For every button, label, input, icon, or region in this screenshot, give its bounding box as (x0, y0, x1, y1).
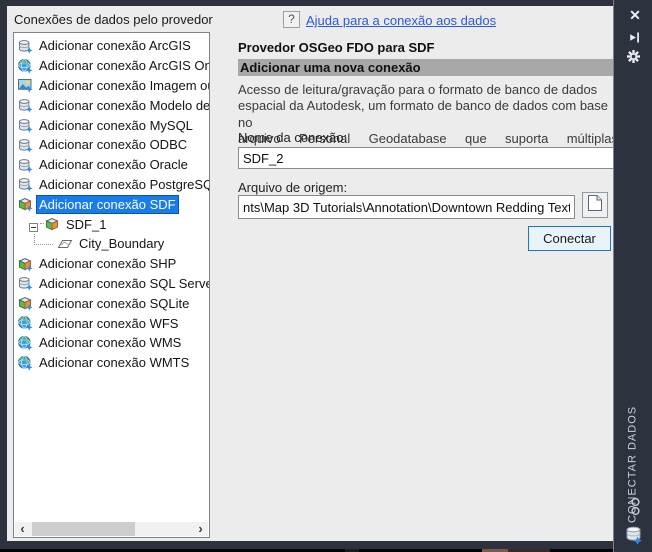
close-icon[interactable]: ✕ (627, 7, 643, 23)
tree-item-adicionar-conex-o-odbc[interactable]: Adicionar conexão ODBC (14, 135, 209, 155)
help-link[interactable]: Ajuda para a conexão aos dados (306, 13, 496, 28)
tree-item-adicionar-conex-o-wms[interactable]: Adicionar conexão WMS (14, 333, 209, 353)
scroll-right-icon[interactable]: › (193, 522, 208, 536)
tree-item-label: Adicionar conexão SQLite (39, 295, 190, 311)
database-add-icon (17, 176, 33, 193)
scroll-left-icon[interactable]: ‹ (15, 522, 30, 536)
tree-item-label: Adicionar conexão PostgreSQL (39, 176, 209, 192)
tree-item-label: City_Boundary (79, 236, 165, 252)
tree-item-label: SDF_1 (66, 216, 107, 232)
tree-item-label: Adicionar conexão SQL Server Spatial (39, 275, 209, 291)
description-line: espacial da Autodesk, um formato de banc… (238, 98, 609, 130)
tree-item-label: Adicionar conexão SHP (39, 256, 177, 272)
tree-item-adicionar-conex-o-wmts[interactable]: Adicionar conexão WMTS (14, 353, 209, 373)
tree-item-label: Adicionar conexão ArcGIS (39, 38, 191, 54)
tree-item-adicionar-conex-o-wfs[interactable]: Adicionar conexão WFS (14, 313, 209, 333)
tree-item-adicionar-conex-o-postgresql[interactable]: Adicionar conexão PostgreSQL (14, 175, 209, 195)
database-add-icon (17, 117, 33, 133)
polygon-icon (57, 236, 73, 252)
tree-item-adicionar-conex-o-mysql[interactable]: Adicionar conexão MySQL (14, 115, 209, 135)
tree-item-adicionar-conex-o-arcgis-online[interactable]: Adicionar conexão ArcGIS Online (14, 56, 209, 76)
tree-item-adicionar-conex-o-oracle[interactable]: Adicionar conexão Oracle (14, 155, 209, 175)
handle-circles-icon (629, 497, 642, 517)
provider-tree: Adicionar conexão ArcGIS Adicionar conexã… (14, 36, 209, 373)
tree-item-adicionar-conex-o-sqlite[interactable]: Adicionar conexão SQLite (14, 293, 209, 313)
tree-item-label: Adicionar conexão WFS (39, 315, 179, 331)
data-connect-icon (624, 524, 644, 545)
tree-item-adicionar-conex-o-arcgis[interactable]: Adicionar conexão ArcGIS (14, 36, 209, 56)
provider-list-box[interactable]: Adicionar conexão ArcGIS Adicionar conexã… (13, 32, 210, 538)
tree-item-label: Adicionar conexão Imagem ou superfície r… (39, 77, 209, 93)
tree-item-label: Adicionar conexão Oracle (39, 157, 188, 173)
palette-frame-top (0, 0, 652, 6)
source-file-input[interactable] (238, 195, 575, 219)
tree-item-adicionar-conex-o-sql-server-spatial[interactable]: Adicionar conexão SQL Server Spatial (14, 274, 209, 294)
cube-add-icon (17, 295, 33, 311)
raster-add-icon (17, 77, 33, 94)
source-file-label: Arquivo de origem: (238, 180, 348, 195)
tree-item-label: Adicionar conexão Modelo de indústria (39, 97, 209, 113)
globe-add-icon (17, 335, 33, 351)
cube-icon (44, 216, 60, 232)
tree-collapse-icon[interactable] (29, 220, 38, 232)
help-icon[interactable]: ? (283, 11, 300, 28)
connect-button[interactable]: Conectar (528, 226, 611, 251)
cube-add-icon (17, 256, 33, 272)
section-header: Adicionar uma nova conexão (238, 59, 614, 76)
connection-name-label: Nome da conexão: (238, 130, 348, 145)
globe-add-icon (17, 315, 33, 331)
horizontal-scrollbar[interactable]: ‹ › (15, 522, 208, 536)
tree-item-label: Adicionar conexão WMTS (39, 355, 190, 371)
tree-item-label: Adicionar conexão WMS (39, 335, 182, 351)
database-add-icon (17, 157, 33, 173)
tree-item-adicionar-conex-o-sdf[interactable]: Adicionar conexão SDF (14, 194, 209, 214)
properties-gear-icon[interactable] (626, 49, 641, 64)
database-add-icon (17, 137, 33, 153)
connection-name-input[interactable] (238, 147, 616, 169)
cube-add-icon (17, 196, 33, 212)
tree-item-label: Adicionar conexão MySQL (39, 117, 193, 133)
tree-item-city-boundary[interactable]: City_Boundary (14, 233, 209, 254)
database-add-icon (17, 275, 33, 292)
scrollbar-thumb[interactable] (32, 522, 135, 536)
tree-connector-line (34, 233, 53, 245)
tree-item-adicionar-conex-o-imagem-ou-superf-cie-raster[interactable]: Adicionar conexão Imagem ou superfície r… (14, 76, 209, 96)
scrollbar-track[interactable] (30, 522, 193, 536)
browse-file-button[interactable] (582, 192, 608, 218)
tree-item-label: Adicionar conexão ODBC (39, 137, 188, 153)
tree-item-adicionar-conex-o-modelo-de-ind-stria[interactable]: Adicionar conexão Modelo de indústria (14, 95, 209, 115)
database-add-icon (17, 97, 33, 113)
description-line: Acesso de leitura/gravação para o format… (238, 82, 598, 97)
database-add-icon (17, 38, 33, 54)
auto-hide-pin-icon[interactable] (628, 31, 641, 44)
globe-add-icon (17, 58, 33, 74)
globe-add-icon (17, 355, 33, 371)
tree-item-adicionar-conex-o-shp[interactable]: Adicionar conexão SHP (14, 254, 209, 274)
provider-list-header: Conexões de dados pelo provedor (14, 12, 213, 27)
tree-item-label: Adicionar conexão ArcGIS Online (39, 58, 209, 74)
file-page-icon (587, 194, 603, 217)
tree-item-label: Adicionar conexão SDF (37, 195, 178, 213)
palette-frame-left (0, 0, 7, 552)
tree-item-sdf-1[interactable]: SDF_1 (14, 214, 209, 234)
data-connect-palette: Conexões de dados pelo provedor Adiciona… (0, 0, 652, 552)
provider-title: Provedor OSGeo FDO para SDF (238, 40, 435, 55)
